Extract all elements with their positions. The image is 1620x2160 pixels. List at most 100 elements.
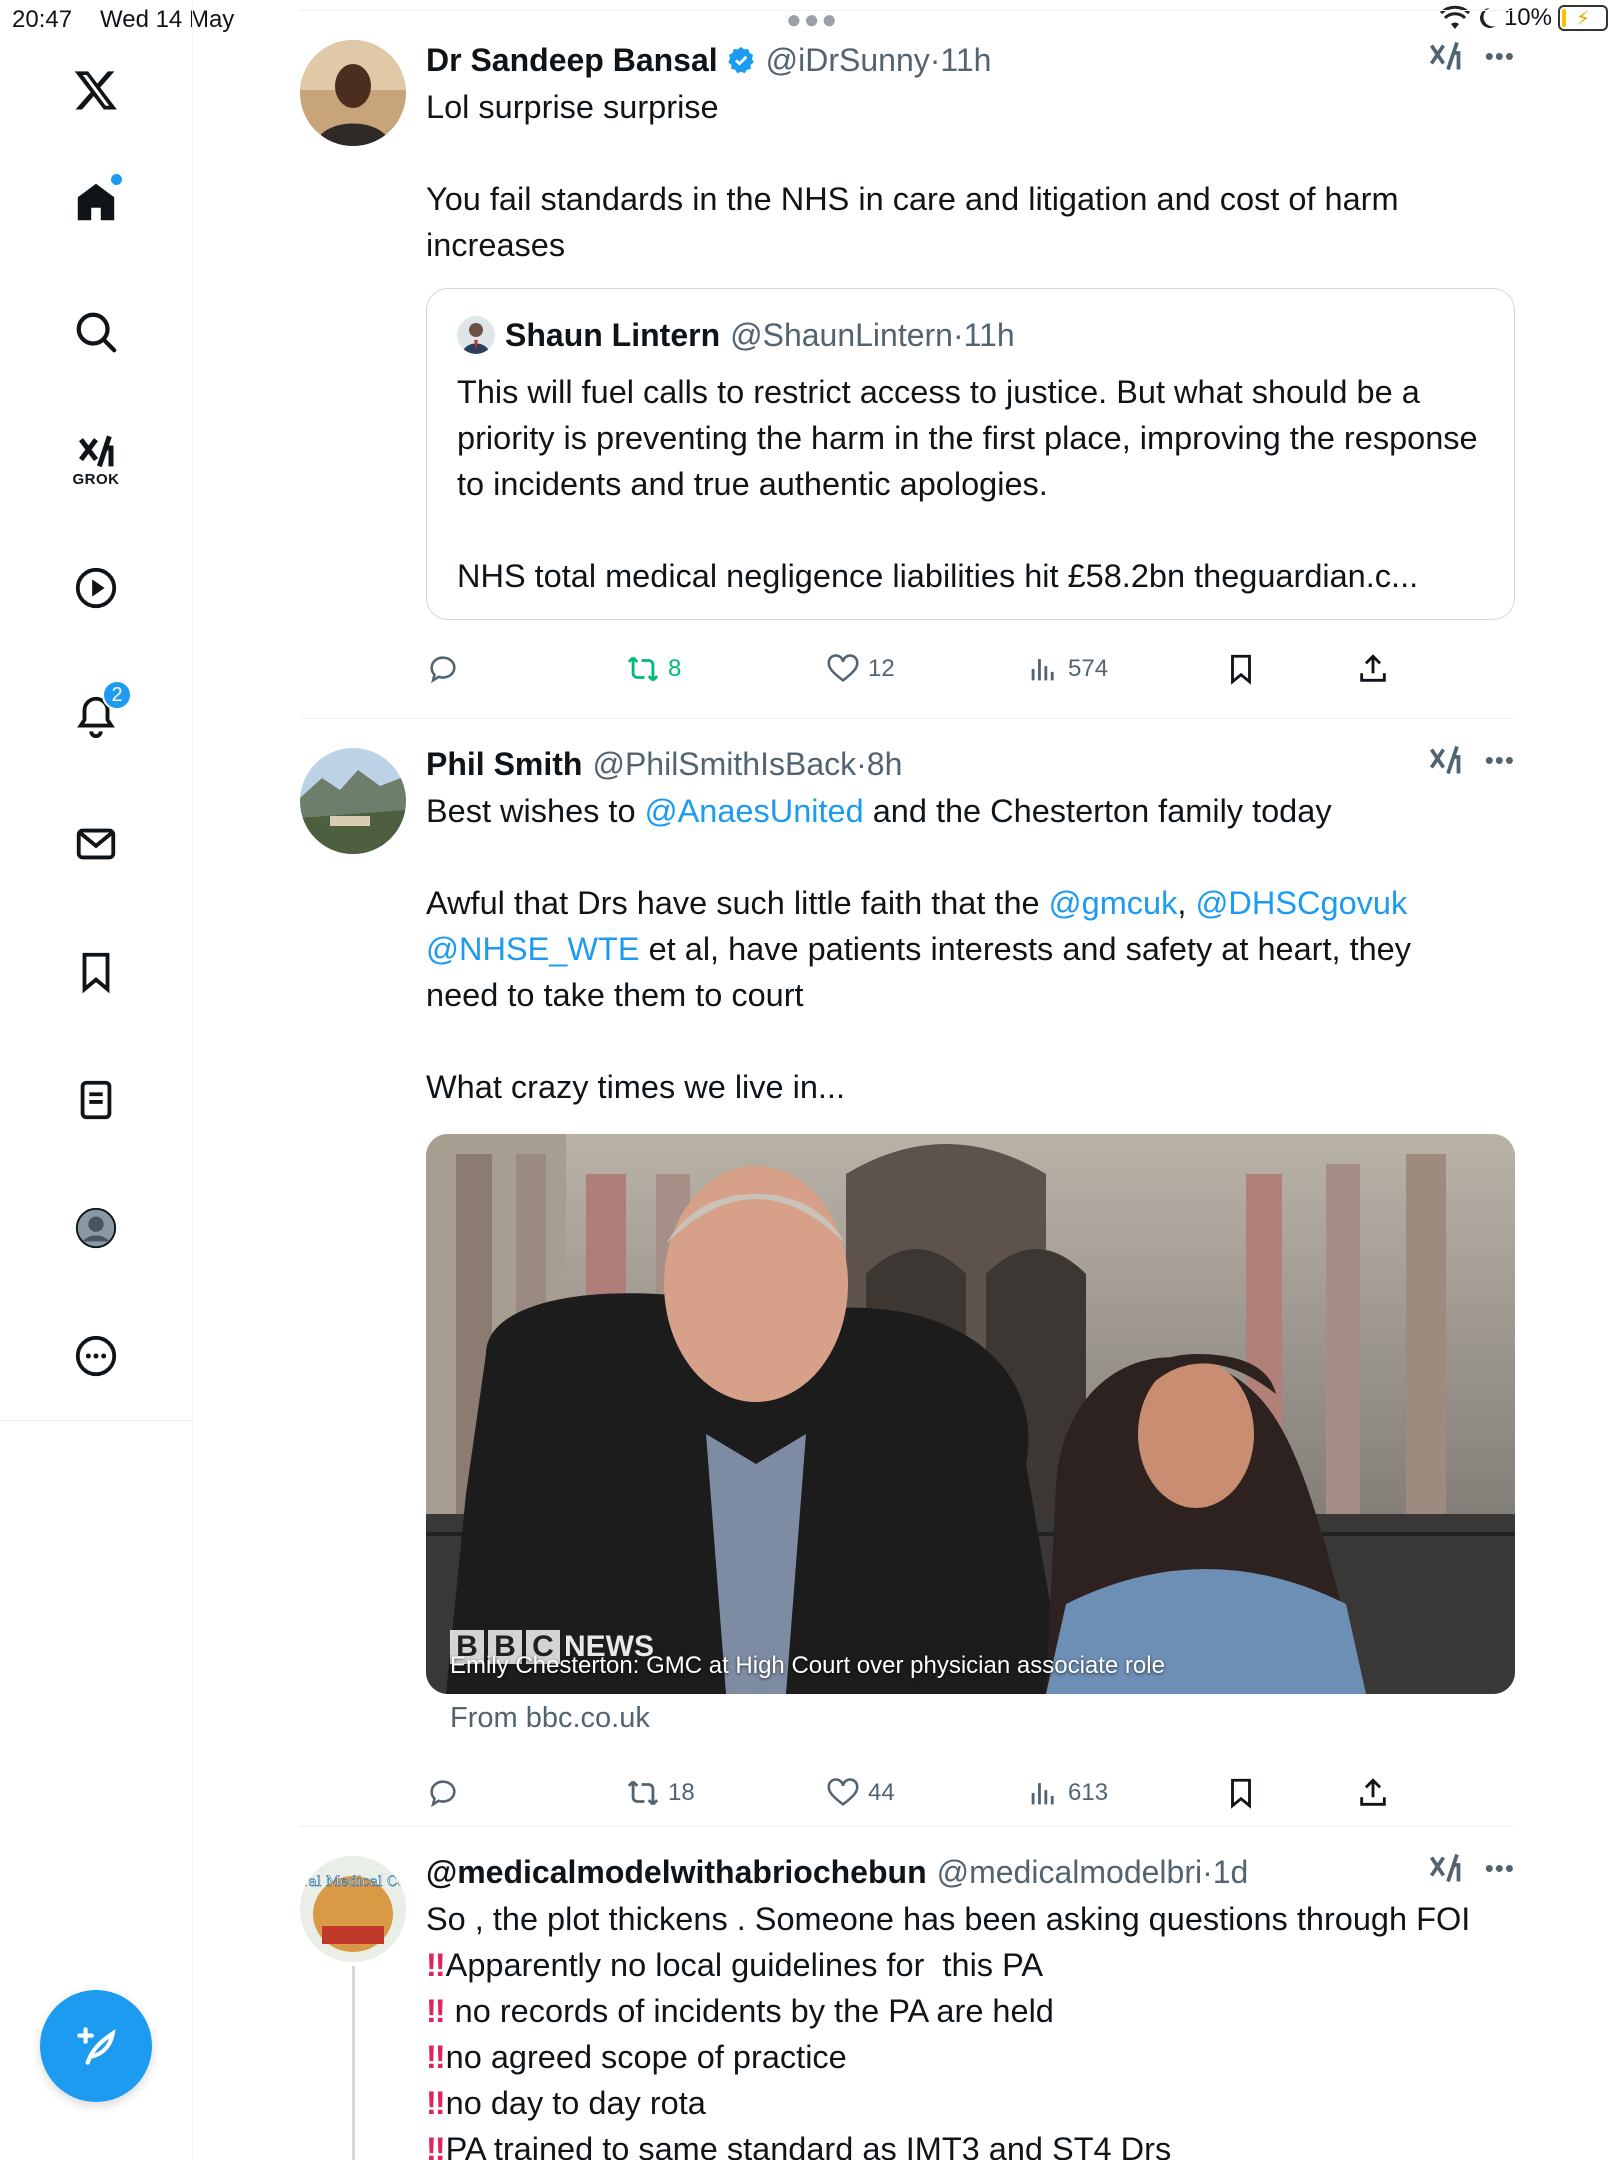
separator-dot: ·	[952, 316, 964, 353]
bookmark-icon	[1231, 1778, 1251, 1809]
grok-explain-icon[interactable]	[1427, 742, 1463, 778]
share-upload-icon	[1360, 1778, 1386, 1806]
more-options-icon[interactable]: •••	[1485, 745, 1515, 776]
tweet-divider	[300, 1826, 1515, 1827]
nav-notifications[interactable]: 2	[56, 676, 136, 756]
like-button[interactable]: 44	[826, 1776, 895, 1810]
double-exclamation-icon: ‼	[426, 2131, 446, 2160]
tweet-header: Dr Sandeep Bansal @iDrSunny · 11h •••	[426, 38, 1515, 82]
handle[interactable]: @PhilSmithIsBack	[592, 746, 856, 783]
tweet-text-paragraph: Awful that Drs have such little faith th…	[426, 880, 1486, 1018]
mention-link[interactable]: @NHSE_WTE	[426, 931, 640, 967]
compose-post-button[interactable]	[40, 1990, 152, 2102]
tweet-bullet-line: ‼Apparently no local guidelines for this…	[426, 1942, 1515, 1988]
reply-icon	[430, 1780, 456, 1808]
tweet-bullet-line: ‼no agreed scope of practice	[426, 2034, 1515, 2080]
nav-lists[interactable]	[56, 1060, 136, 1140]
quote-handle[interactable]: @ShaunLintern	[730, 317, 953, 354]
timestamp[interactable]: 11h	[940, 42, 991, 79]
avatar[interactable]	[300, 40, 406, 146]
text-segment: Awful that Drs have such little faith th…	[426, 885, 1049, 921]
like-button[interactable]: 12	[826, 652, 895, 686]
double-exclamation-icon: ‼	[426, 1993, 446, 2029]
repost-count: 18	[668, 1779, 695, 1806]
avatar[interactable]	[300, 748, 406, 854]
bookmark-button[interactable]	[1224, 652, 1258, 686]
nav-messages[interactable]	[56, 804, 136, 884]
tweet[interactable]: Dr Sandeep Bansal @iDrSunny · 11h ••• Lo…	[300, 38, 1515, 718]
reply-button[interactable]	[426, 652, 460, 686]
share-button[interactable]	[1356, 652, 1390, 686]
timeline-feed: Dr Sandeep Bansal @iDrSunny · 11h ••• Lo…	[300, 0, 1515, 2160]
nav-grok[interactable]: GROK	[56, 420, 136, 500]
views-chart-icon	[1031, 659, 1054, 681]
views-button[interactable]: 574	[1026, 652, 1108, 686]
sidebar: GROK 2	[0, 0, 193, 2160]
compose-feather-icon	[77, 2027, 116, 2065]
like-count: 44	[868, 1779, 895, 1806]
tweet[interactable]: Phil Smith @PhilSmithIsBack · 8h ••• Bes…	[300, 742, 1515, 1822]
envelope-icon	[76, 828, 116, 860]
text-segment	[1407, 885, 1416, 921]
timestamp[interactable]: 1d	[1213, 1854, 1249, 1891]
repost-button[interactable]: 8	[626, 652, 681, 686]
nav-home[interactable]	[56, 162, 136, 242]
profile-avatar-icon	[75, 1207, 117, 1249]
timestamp[interactable]: 8h	[867, 746, 903, 783]
share-button[interactable]	[1356, 1776, 1390, 1810]
nav-bookmarks[interactable]	[56, 932, 136, 1012]
separator-dot: ·	[929, 41, 941, 78]
display-name[interactable]: Dr Sandeep Bansal	[426, 42, 718, 79]
quote-text: This will fuel calls to restrict access …	[457, 374, 1487, 502]
separator-dot: ·	[1202, 1853, 1213, 1890]
mention-link[interactable]: @AnaesUnited	[645, 793, 864, 829]
bullet-text: no records of incidents by the PA are he…	[445, 1993, 1054, 2029]
tweet-bullet-line: ‼ no records of incidents by the PA are …	[426, 1988, 1515, 2034]
display-name[interactable]: @medicalmodelwithabriochebun	[426, 1854, 927, 1891]
handle[interactable]: @iDrSunny	[766, 42, 930, 79]
nav-search[interactable]	[56, 292, 136, 372]
quote-avatar[interactable]	[457, 316, 495, 354]
reply-button[interactable]	[426, 1776, 460, 1810]
views-button[interactable]: 613	[1026, 1776, 1108, 1810]
display-name[interactable]: Phil Smith	[426, 746, 582, 783]
search-icon	[76, 312, 117, 353]
bullet-text: no day to day rota	[445, 2085, 706, 2121]
mention-link[interactable]: @DHSCgovuk	[1195, 885, 1407, 921]
quote-link-text: NHS total medical negligence liabilities…	[457, 558, 1419, 594]
quote-display-name[interactable]: Shaun Lintern	[505, 317, 720, 354]
grok-explain-icon[interactable]	[1427, 38, 1463, 74]
link-source-domain[interactable]: From bbc.co.uk	[450, 1702, 650, 1735]
heart-icon	[827, 654, 859, 682]
tweet[interactable]: General Medical Council @medicalmodelwit…	[300, 1850, 1515, 2160]
feed-top-divider	[300, 10, 1515, 11]
repost-icon	[627, 1780, 659, 1806]
avatar[interactable]: General Medical Council	[300, 1856, 406, 1962]
nav-video[interactable]	[56, 548, 136, 628]
quote-timestamp[interactable]: 11h	[964, 317, 1015, 354]
handle[interactable]: @medicalmodelbri	[937, 1854, 1202, 1891]
double-exclamation-icon: ‼	[426, 2039, 446, 2075]
text-segment: Best wishes to	[426, 793, 645, 829]
more-options-icon[interactable]: •••	[1485, 41, 1515, 72]
x-logo-icon[interactable]	[56, 50, 136, 130]
battery-icon: ⚡	[1558, 5, 1608, 31]
tweet-divider	[300, 718, 1515, 719]
link-card-title: Emily Chesterton: GMC at High Court over…	[450, 1652, 1165, 1679]
nav-profile[interactable]	[56, 1188, 136, 1268]
sidebar-border	[192, 0, 193, 2160]
quoted-tweet-card[interactable]: Shaun Lintern @ShaunLintern · 11h This w…	[426, 288, 1515, 620]
nav-more[interactable]	[56, 1316, 136, 1396]
repost-button[interactable]: 18	[626, 1776, 695, 1810]
link-preview-card[interactable]: BBC NEWS Emily Chesterton: GMC at High C…	[426, 1134, 1515, 1694]
mention-link[interactable]: @gmcuk	[1049, 885, 1178, 921]
tweet-text-line: Best wishes to @AnaesUnited and the Ches…	[426, 788, 1515, 834]
more-options-icon[interactable]: •••	[1485, 1853, 1515, 1884]
grok-explain-icon[interactable]	[1427, 1850, 1463, 1886]
tweet-actions: 8 12 574	[426, 652, 1426, 696]
bookmark-icon	[82, 952, 110, 994]
heart-icon	[827, 1778, 859, 1806]
bookmark-button[interactable]	[1224, 1776, 1258, 1810]
home-icon	[77, 183, 115, 221]
home-unread-dot	[111, 174, 122, 185]
